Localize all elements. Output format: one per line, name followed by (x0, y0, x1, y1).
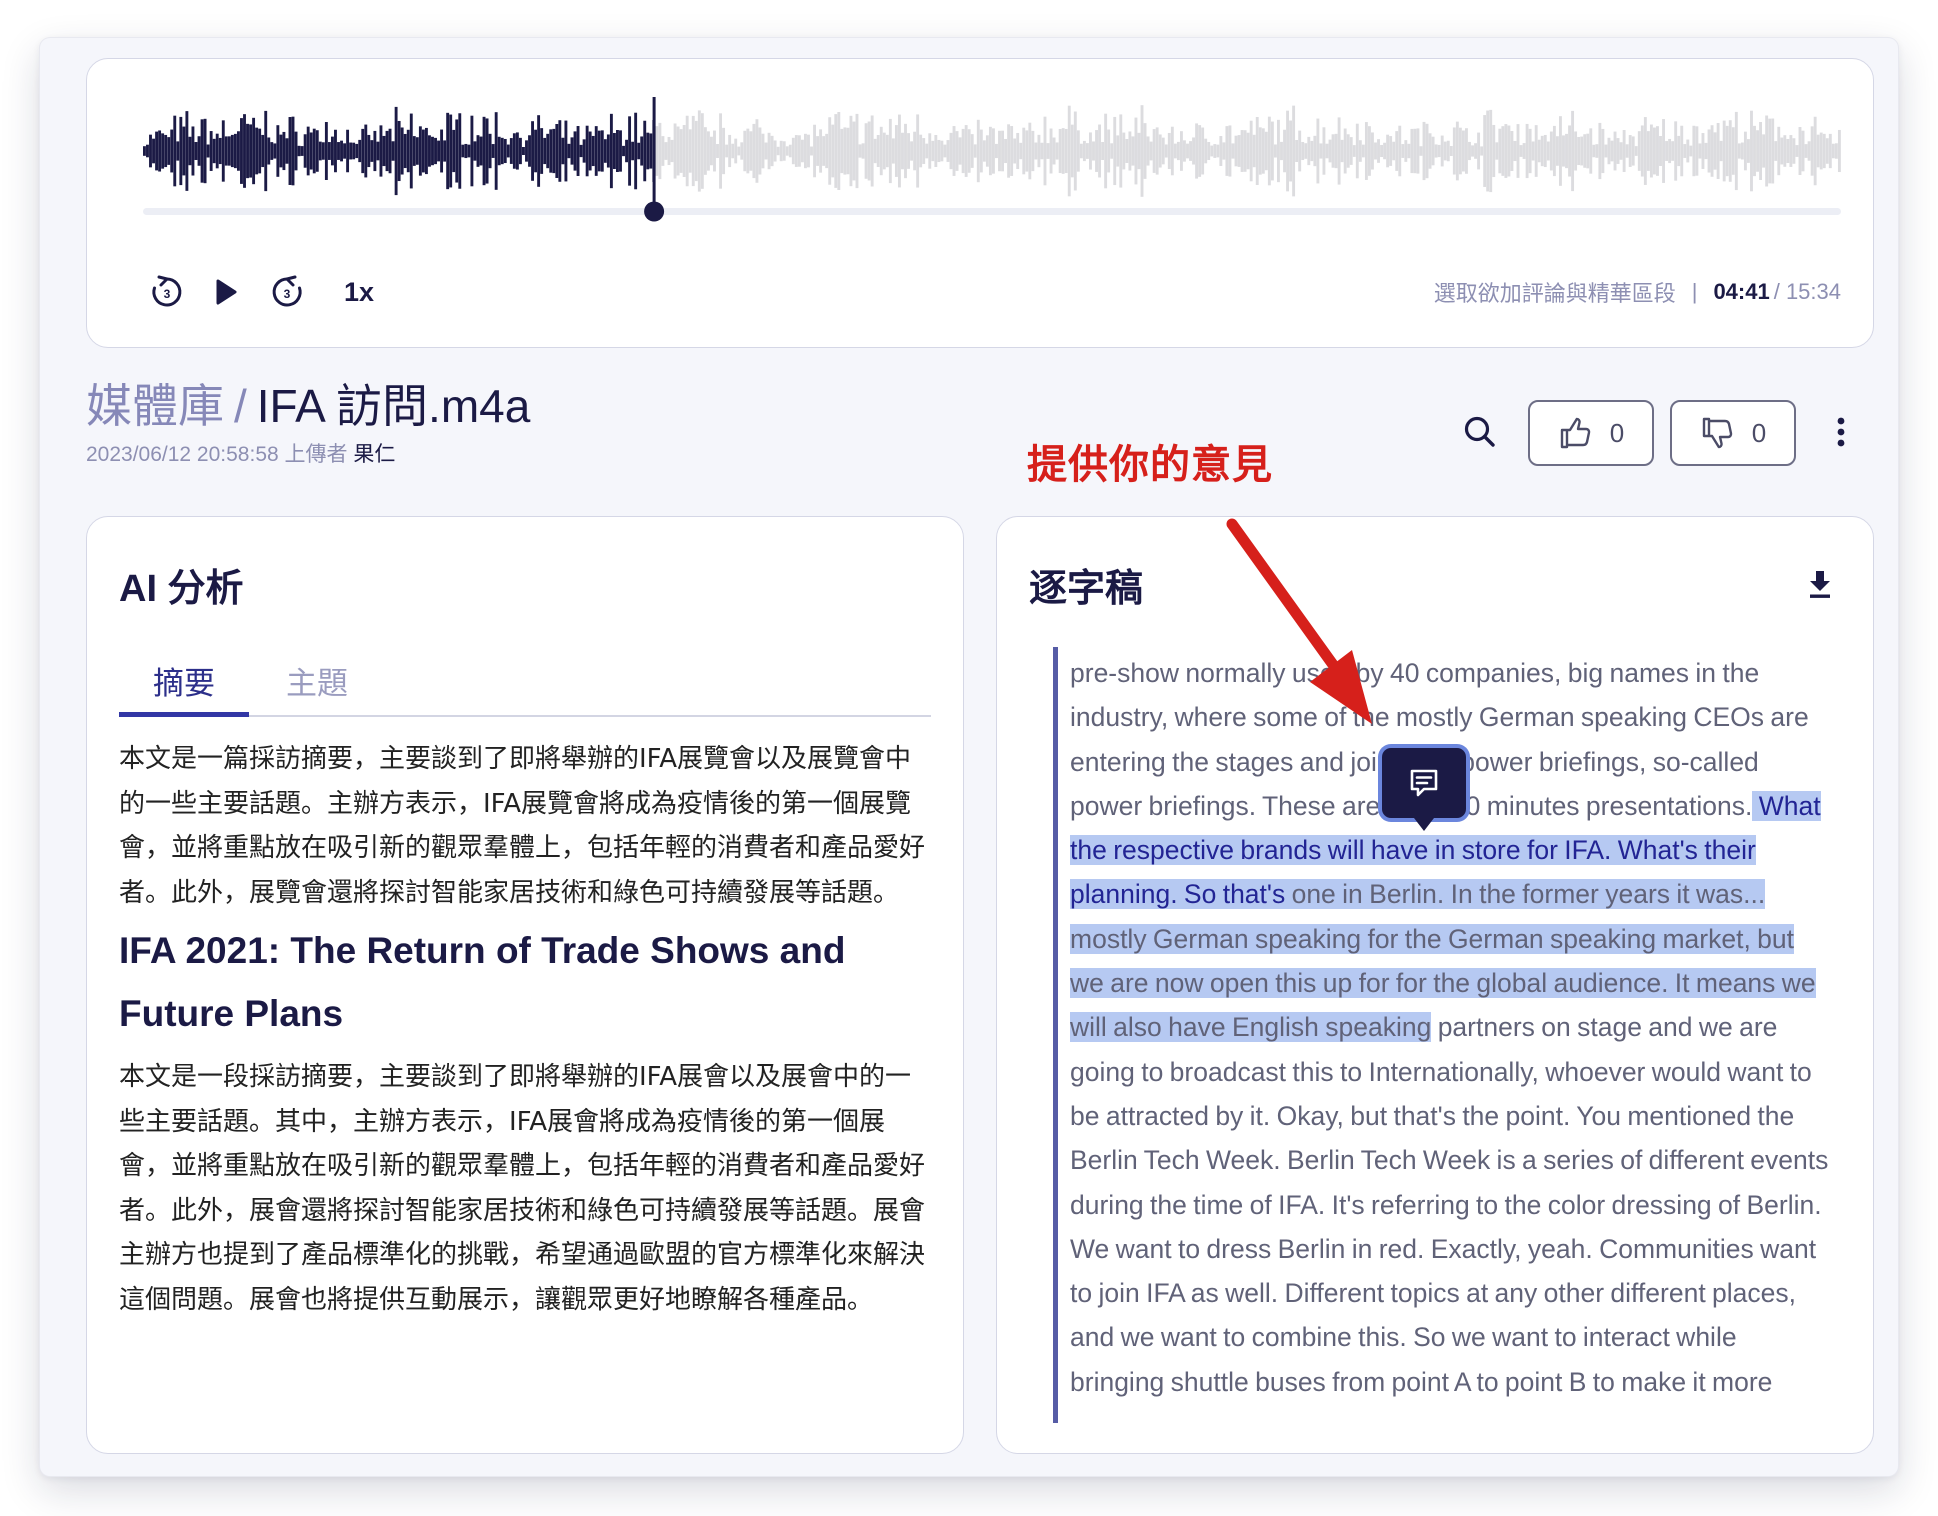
transcript-title: 逐字稿 (1029, 568, 1144, 610)
ai-analysis-panel: AI 分析 摘要 主題 本文是一篇採訪摘要，主要談到了即將舉辦的IFA展覽會以及… (86, 516, 964, 1454)
seek-track (143, 208, 1841, 215)
playback-speed-button[interactable]: 1x (341, 259, 377, 325)
player-status: 選取欲加評論與精華區段 | 04:41 / 15:34 (1434, 259, 1841, 325)
svg-text:3: 3 (284, 287, 291, 301)
play-button[interactable] (209, 259, 243, 325)
like-button[interactable]: 0 (1528, 400, 1654, 466)
add-comment-button[interactable] (1382, 748, 1466, 831)
summary-paragraph: 本文是一段採訪摘要，主要談到了即將舉辦的IFA展會以及展會中的一些主要話題。其中… (119, 1062, 926, 1315)
ai-panel-title: AI 分析 (119, 568, 244, 610)
comment-icon (1410, 769, 1438, 797)
breadcrumb-separator: / (234, 380, 247, 432)
search-button[interactable] (1458, 398, 1502, 466)
download-button[interactable] (1807, 569, 1833, 604)
thumbs-down-icon (1702, 417, 1733, 449)
tab-summary[interactable]: 摘要 (119, 657, 249, 717)
total-time: / 15:34 (1773, 279, 1841, 304)
upload-info: 2023/06/12 20:58:58 上傳者 (86, 443, 348, 466)
transcript-panel: 逐字稿 pre-show normally used by 40 compani… (996, 516, 1874, 1454)
breadcrumb-library[interactable]: 媒體庫 (86, 380, 224, 432)
selection-hint: 選取欲加評論與精華區段 (1433, 281, 1676, 306)
search-icon (1464, 416, 1495, 447)
file-meta: 2023/06/12 20:58:58 上傳者 果仁 (86, 438, 530, 468)
breadcrumb: 媒體庫 / IFA 訪問.m4a (86, 376, 530, 436)
current-time: 04:41 (1713, 279, 1770, 304)
uploader-name: 果仁 (353, 443, 396, 466)
thumbs-up-icon (1560, 417, 1591, 449)
divider: | (1691, 279, 1698, 304)
player-controls: 3 3 1x 選取欲加評論與精華區段 | 04:41 / 15:34 (143, 259, 1841, 325)
dislike-button[interactable]: 0 (1670, 400, 1796, 466)
like-count: 0 (1609, 417, 1625, 448)
summary-paragraph: 本文是一篇採訪摘要，主要談到了即將舉辦的IFA展覽會以及展覽會中的一些主要話題。… (119, 744, 926, 908)
waveform[interactable] (143, 97, 1841, 267)
ai-summary-content: 本文是一篇採訪摘要，主要談到了即將舉辦的IFA展覽會以及展覽會中的一些主要話題。… (119, 737, 931, 1322)
file-header: 媒體庫 / IFA 訪問.m4a 2023/06/12 20:58:58 上傳者 果… (86, 376, 530, 468)
dislike-count: 0 (1751, 417, 1767, 448)
audio-player: 3 3 1x 選取欲加評論與精華區段 | 04:41 / 15:34 (86, 58, 1874, 348)
more-options-button[interactable] (1826, 398, 1856, 466)
forward-icon: 3 (272, 275, 302, 307)
ai-tabs: 摘要 主題 (119, 657, 931, 717)
download-icon (1810, 571, 1830, 598)
forward-3s-button[interactable]: 3 (267, 259, 307, 325)
svg-text:3: 3 (164, 287, 171, 301)
rewind-3s-button[interactable]: 3 (147, 259, 187, 325)
summary-heading: IFA 2021: The Return of Trade Shows and … (119, 930, 846, 1034)
tab-topics[interactable]: 主題 (247, 657, 387, 717)
rewind-icon: 3 (152, 275, 182, 307)
feedback-annotation-label: 提供你的意見 (1027, 442, 1273, 488)
more-vertical-icon (1837, 417, 1845, 447)
playhead-handle (644, 201, 665, 222)
transcript-segment[interactable]: partners on stage and we are going to br… (1070, 1012, 1828, 1396)
page-title: IFA 訪問.m4a (256, 380, 531, 432)
play-icon (216, 279, 237, 305)
